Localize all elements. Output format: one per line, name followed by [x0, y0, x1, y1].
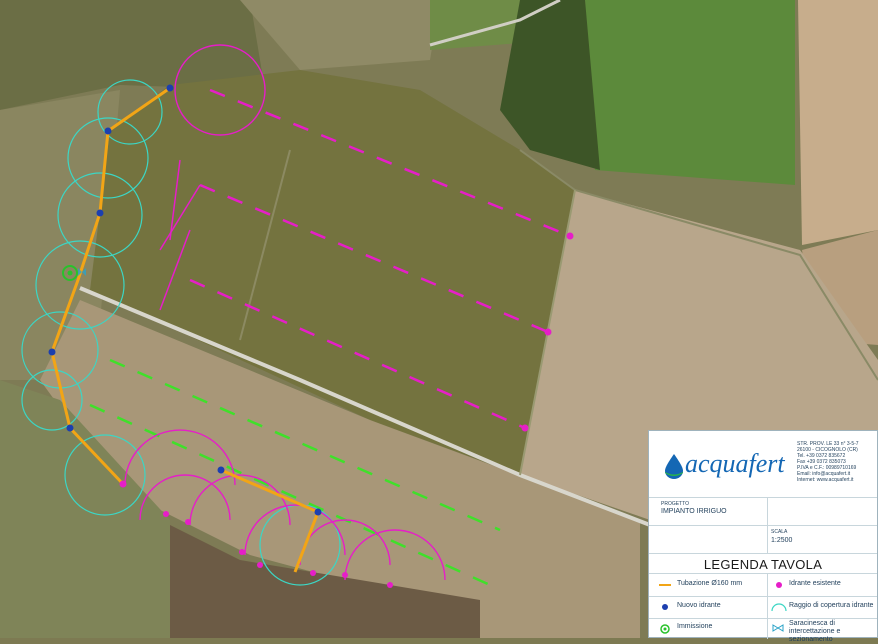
legend-label-new-hydrant: Nuovo idrante	[677, 602, 721, 609]
scale-value: 1:2500	[771, 537, 793, 544]
water-drop-icon	[665, 454, 683, 479]
new-hydrant-icon	[662, 604, 668, 610]
legend-title: LEGENDA TAVOLA	[703, 557, 823, 572]
pipe-line-icon	[659, 584, 671, 586]
company-address: STR. PROV. LE 33 n° 3-5-7 26100 - CICOGN…	[797, 441, 877, 483]
valve-icon	[772, 624, 784, 632]
address-line: Internet: www.acquafert.it	[797, 477, 854, 483]
legend-label-existing-hydrant: Idrante esistente	[789, 580, 841, 587]
company-header: acquafert STR. PROV. LE 33 n° 3-5-7 2610…	[649, 431, 877, 497]
legend-label-valve: Saracinesca di intercettazione e seziona…	[789, 620, 841, 643]
project-value: IMPIANTO IRRIGUO	[661, 508, 727, 515]
immission-icon	[660, 624, 670, 634]
legend-label-immission: Immissione	[677, 623, 713, 630]
legend-title-row: LEGENDA TAVOLA	[649, 553, 877, 573]
legend-label-pipe: Tubazione Ø160 mm	[677, 580, 743, 587]
title-block: acquafert STR. PROV. LE 33 n° 3-5-7 2610…	[648, 430, 878, 643]
company-logo: acquafert	[685, 449, 785, 478]
legend-grid: Tubazione Ø160 mm Idrante esistente Nuov…	[649, 573, 877, 643]
scale-row: SCALA 1:2500	[649, 525, 877, 553]
existing-hydrant-icon	[776, 582, 782, 588]
project-row: PROGETTO IMPIANTO IRRIGUO	[649, 497, 877, 525]
project-label: PROGETTO	[661, 501, 689, 507]
legend-label-coverage: Raggio di copertura idrante	[789, 602, 874, 609]
coverage-arc-icon	[771, 603, 787, 612]
scale-label: SCALA	[771, 529, 788, 535]
